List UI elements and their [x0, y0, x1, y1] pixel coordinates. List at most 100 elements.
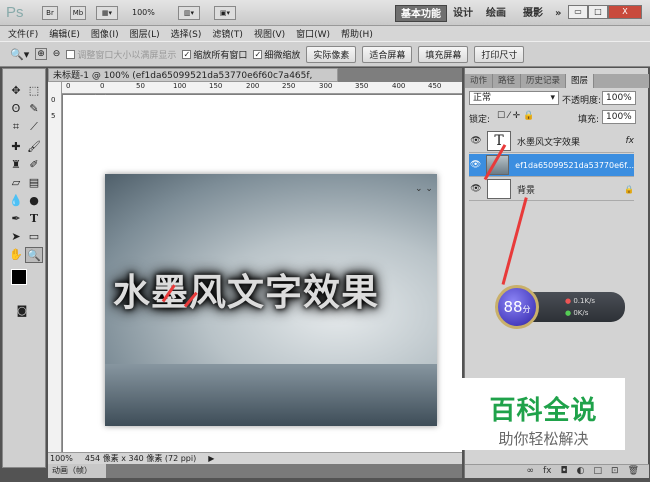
menu-image[interactable]: 图像(I) — [91, 27, 119, 40]
maximize-button[interactable]: □ — [588, 5, 608, 19]
layer-name: 水墨风文字效果 — [517, 137, 581, 148]
scrubby-zoom-label: 细微缩放 — [264, 50, 301, 61]
new-layer-icon[interactable]: ⊡ — [611, 465, 619, 478]
print-size-button[interactable]: 打印尺寸 — [474, 45, 525, 63]
eraser-tool-icon[interactable]: ▱ — [7, 175, 25, 191]
move-tool-icon[interactable]: ✥ — [7, 83, 25, 99]
eye-icon[interactable]: 👁 — [469, 136, 483, 146]
workspace-painting[interactable]: 绘画 — [481, 5, 511, 22]
menu-file[interactable]: 文件(F) — [8, 27, 38, 40]
ruler-tick: 0 — [51, 96, 56, 104]
new-group-icon[interactable]: □ — [594, 465, 603, 478]
add-mask-icon[interactable]: ◘ — [561, 465, 568, 478]
document-window: 未标题-1 @ 100% (ef1da65099521da53770e6f60c… — [48, 68, 462, 466]
tab-actions[interactable]: 动作 — [465, 74, 494, 88]
zoom-all-windows-checkbox[interactable]: ✓ 缩放所有窗口 — [182, 48, 247, 61]
workspace-essentials[interactable]: 基本功能 — [395, 5, 447, 22]
fx-icon[interactable]: fx — [626, 136, 635, 146]
menu-filter[interactable]: 滤镜(T) — [212, 27, 243, 40]
vertical-ruler: 0 5 — [48, 82, 62, 452]
scrubby-zoom-checkbox[interactable]: ✓ 细微缩放 — [253, 48, 300, 61]
tab-paths[interactable]: 路径 — [493, 74, 522, 88]
title-bar: Ps Br Mb ▦▾ 100% ▥▾ ▣▾ 基本功能 设计 绘画 摄影 » ▭… — [0, 0, 650, 26]
brush-tool-icon[interactable]: 🖌 — [25, 139, 43, 155]
fill-input[interactable]: 100% — [602, 110, 636, 124]
fit-screen-button[interactable]: 适合屏幕 — [362, 45, 413, 63]
animation-tab[interactable]: 动画（帧） — [48, 464, 106, 478]
ink-wash-image: ⌄ ⌄ 水墨风文字效果 — [105, 174, 437, 426]
close-button[interactable]: X — [608, 5, 642, 19]
zoom-out-icon[interactable]: ⊖ — [53, 49, 61, 59]
lock-label: 锁定: — [469, 115, 491, 125]
gradient-tool-icon[interactable]: ▤ — [25, 175, 43, 191]
layer-name: 背景 — [517, 185, 536, 196]
blend-mode-select[interactable]: 正常 ▾ — [469, 91, 559, 105]
lasso-tool-icon[interactable]: ʘ — [7, 101, 25, 117]
crop-tool-icon[interactable]: ⌗ — [7, 119, 25, 135]
healing-brush-tool-icon[interactable]: ✚ — [7, 139, 25, 155]
tab-layers[interactable]: 图层 — [566, 74, 595, 88]
eye-icon[interactable]: 👁 — [469, 184, 483, 194]
status-zoom[interactable]: 100% — [50, 453, 73, 464]
delete-layer-icon[interactable]: 🗑 — [628, 465, 639, 478]
foreground-color-swatch[interactable] — [11, 269, 27, 285]
ruler-tick: 300 — [319, 82, 333, 90]
blur-tool-icon[interactable]: 💧 — [7, 193, 25, 209]
dodge-tool-icon[interactable]: ● — [25, 193, 43, 209]
zoom-tool-icon[interactable]: 🔍 — [25, 247, 43, 263]
menu-edit[interactable]: 编辑(E) — [49, 27, 80, 40]
layer-row[interactable]: 👁 T 水墨风文字效果 fx — [469, 130, 634, 153]
minimize-button[interactable]: ▭ — [568, 5, 588, 19]
workspace-photography[interactable]: 摄影 — [518, 5, 548, 22]
status-bar: 100% 454 像素 x 340 像素 (72 ppi) ▶ — [48, 452, 462, 464]
history-brush-tool-icon[interactable]: ✐ — [25, 157, 43, 173]
link-layers-icon[interactable]: ∞ — [527, 465, 535, 478]
tab-history[interactable]: 历史记录 — [521, 74, 567, 88]
zoom-level-dropdown[interactable]: 100% — [132, 8, 155, 17]
speed-widget[interactable]: ● 0.1K/s ● 0K/s 88分 — [495, 285, 625, 329]
quick-mask-icon[interactable]: ◙ — [13, 303, 31, 319]
watermark-subtitle: 助你轻松解决 — [498, 430, 589, 448]
quick-select-tool-icon[interactable]: ✎ — [25, 101, 43, 117]
ruler-tick: 5 — [51, 112, 56, 120]
eye-icon[interactable]: 👁 — [469, 160, 482, 170]
layer-name: ef1da65099521da53770e6f... — [515, 160, 634, 170]
shape-tool-icon[interactable]: ▭ — [25, 229, 43, 245]
more-workspaces-button[interactable]: » — [550, 5, 566, 22]
add-style-icon[interactable]: fx — [543, 465, 552, 478]
status-menu-arrow[interactable]: ▶ — [208, 453, 214, 464]
zoom-tool-preset-icon[interactable]: 🔍▾ — [10, 48, 29, 61]
download-speed: 0K/s — [573, 309, 589, 317]
pen-tool-icon[interactable]: ✒ — [7, 211, 25, 227]
view-extras-button[interactable]: ▦▾ — [96, 6, 118, 20]
lock-icons[interactable]: ☐⁄✛🔒 — [497, 111, 537, 121]
resize-windows-checkbox[interactable]: 调整窗口大小以满屏显示 — [66, 48, 176, 61]
document-tab[interactable]: 未标题-1 @ 100% (ef1da65099521da53770e6f60c… — [48, 68, 338, 96]
menu-help[interactable]: 帮助(H) — [341, 27, 373, 40]
marquee-tool-icon[interactable]: ⬚ — [25, 83, 43, 99]
zoom-in-icon[interactable]: ⊕ — [35, 48, 47, 60]
hand-tool-icon[interactable]: ✋ — [7, 247, 25, 263]
workspace-design[interactable]: 设计 — [448, 5, 478, 22]
mini-bridge-button[interactable]: Mb — [70, 6, 86, 20]
bridge-button[interactable]: Br — [42, 6, 58, 20]
arrange-documents-button[interactable]: ▥▾ — [178, 6, 200, 20]
actual-pixels-button[interactable]: 实际像素 — [306, 45, 357, 63]
type-tool-icon[interactable]: T — [25, 211, 43, 227]
menu-window[interactable]: 窗口(W) — [296, 27, 330, 40]
opacity-input[interactable]: 100% — [602, 91, 636, 105]
ruler-tick: 100 — [173, 82, 187, 90]
eyedropper-tool-icon[interactable]: ⟋ — [25, 119, 43, 135]
menu-view[interactable]: 视图(V) — [254, 27, 285, 40]
fill-screen-button[interactable]: 填充屏幕 — [418, 45, 469, 63]
path-select-tool-icon[interactable]: ➤ — [7, 229, 25, 245]
stamp-tool-icon[interactable]: ♜ — [7, 157, 25, 173]
canvas[interactable]: ⌄ ⌄ 水墨风文字效果 — [63, 95, 462, 452]
lock-icon: 🔒 — [624, 184, 634, 194]
adjustment-layer-icon[interactable]: ◐ — [577, 465, 585, 478]
text-layer-thumb: T — [487, 131, 511, 151]
screen-mode-button[interactable]: ▣▾ — [214, 6, 236, 20]
menu-select[interactable]: 选择(S) — [171, 27, 202, 40]
layer-row[interactable]: 👁 背景 🔒 — [469, 178, 634, 201]
menu-layer[interactable]: 图层(L) — [130, 27, 160, 40]
